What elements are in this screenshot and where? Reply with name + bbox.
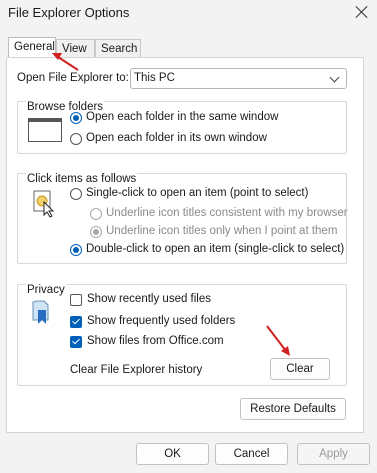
annotation-arrow-clear-icon xyxy=(266,325,290,356)
annotation-arrow-general-icon xyxy=(52,53,79,71)
annotation-overlay xyxy=(52,53,290,356)
